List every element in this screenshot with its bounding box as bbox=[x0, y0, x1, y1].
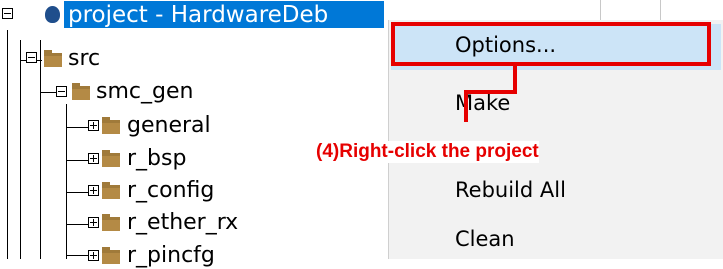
tree-item-general[interactable]: general bbox=[127, 113, 211, 139]
collapse-toggle-project[interactable] bbox=[2, 8, 13, 19]
menu-item-rebuild-all[interactable]: Rebuild All bbox=[455, 178, 566, 202]
tree-connector bbox=[66, 127, 88, 128]
tree-connector bbox=[66, 255, 88, 256]
project-label: project - HardwareDeb bbox=[68, 2, 329, 28]
tree-line bbox=[40, 40, 41, 259]
options-callout-box bbox=[391, 22, 711, 66]
tree-connector bbox=[66, 160, 88, 161]
expand-toggle-general[interactable] bbox=[88, 120, 99, 131]
expand-toggle-r-pincfg[interactable] bbox=[88, 250, 99, 261]
collapse-toggle-src[interactable] bbox=[26, 52, 37, 63]
tree-item-src[interactable]: src bbox=[68, 46, 100, 72]
tree-item-r-bsp[interactable]: r_bsp bbox=[127, 146, 186, 172]
expand-toggle-r-config[interactable] bbox=[88, 185, 99, 196]
folder-icon bbox=[102, 150, 120, 167]
folder-icon bbox=[44, 50, 62, 67]
tree-connector bbox=[66, 224, 88, 225]
project-icon bbox=[45, 6, 60, 23]
instruction-annotation: (4)Right-click the project bbox=[316, 141, 539, 163]
callout-connector bbox=[464, 90, 517, 94]
tree-item-r-config[interactable]: r_config bbox=[127, 178, 214, 204]
tree-connector bbox=[66, 192, 88, 193]
expand-toggle-r-ether-rx[interactable] bbox=[88, 217, 99, 228]
tree-line bbox=[20, 40, 21, 259]
folder-icon bbox=[72, 83, 90, 100]
folder-icon bbox=[102, 247, 120, 264]
tree-item-smc-gen[interactable]: smc_gen bbox=[96, 79, 193, 105]
tree-item-r-pincfg[interactable]: r_pincfg bbox=[127, 243, 215, 269]
tree-line bbox=[7, 30, 8, 259]
tree-item-r-ether-rx[interactable]: r_ether_rx bbox=[127, 210, 238, 236]
callout-connector bbox=[464, 90, 468, 122]
collapse-toggle-smc-gen[interactable] bbox=[56, 86, 67, 97]
folder-icon bbox=[102, 182, 120, 199]
expand-toggle-r-bsp[interactable] bbox=[88, 153, 99, 164]
menu-item-clean[interactable]: Clean bbox=[455, 227, 515, 251]
tree-item-project[interactable]: project - HardwareDeb bbox=[64, 1, 384, 28]
folder-icon bbox=[102, 214, 120, 231]
folder-icon bbox=[102, 117, 120, 134]
